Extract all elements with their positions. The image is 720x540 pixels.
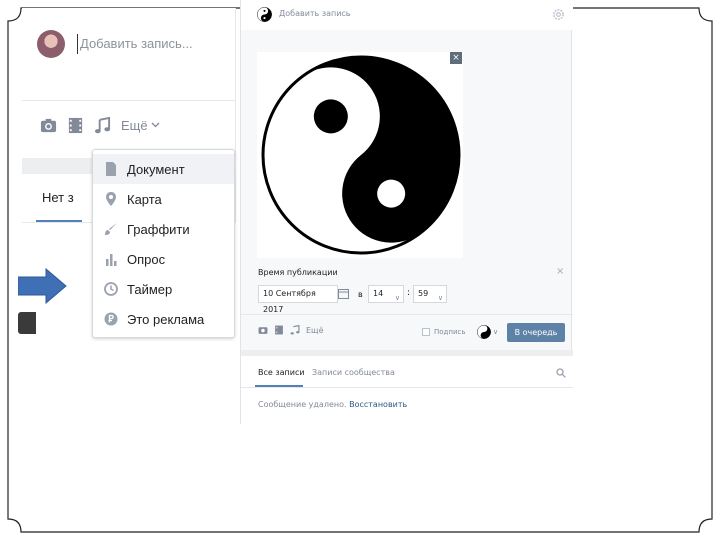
yin-yang-author-icon[interactable]: [477, 325, 491, 339]
add-to-queue-button[interactable]: В очередь: [507, 323, 565, 342]
menu-item-graffiti[interactable]: Граффити: [93, 214, 234, 244]
at-label: в: [358, 290, 363, 299]
date-input[interactable]: 10 Сентября 2017: [258, 285, 338, 314]
signature-checkbox[interactable]: [422, 328, 430, 336]
minute-value: 59: [418, 289, 429, 298]
search-icon[interactable]: [556, 368, 566, 378]
menu-item-label: Опрос: [127, 251, 166, 267]
deleted-text: Сообщение удалено.: [258, 400, 347, 409]
editor-placeholder[interactable]: Добавить запись: [279, 9, 351, 18]
brush-icon: [105, 223, 117, 235]
tab-all-posts[interactable]: Все записи: [258, 368, 305, 377]
deleted-message: Сообщение удалено. Восстановить: [258, 400, 407, 409]
post-editor-panel: Добавить запись × Время публикации × 10 …: [240, 0, 573, 424]
menu-item-label: Это реклама: [127, 311, 205, 327]
video-icon[interactable]: [274, 325, 284, 335]
attachment-dropdown-menu: Документ Карта Граффити Опрос Таймер Это…: [92, 149, 235, 338]
menu-item-document[interactable]: Документ: [93, 154, 234, 184]
poll-icon: [106, 254, 117, 266]
avatar[interactable]: [37, 30, 65, 58]
editor-header: Добавить запись: [241, 0, 573, 30]
divider: [241, 314, 573, 315]
chevron-down-icon: ∨: [394, 294, 400, 302]
menu-item-ad[interactable]: Это реклама: [93, 304, 234, 334]
minute-select[interactable]: 59 ∨: [413, 285, 447, 303]
chevron-down-icon: [151, 122, 160, 128]
chevron-down-icon: ∨: [437, 294, 443, 302]
camera-icon[interactable]: [258, 325, 268, 335]
post-box: Добавить запись... Ещё: [22, 8, 236, 158]
clock-icon: [104, 282, 118, 296]
menu-item-label: Документ: [127, 161, 185, 177]
more-attachments-button[interactable]: Ещё: [306, 326, 324, 335]
calendar-icon[interactable]: [338, 288, 349, 299]
menu-item-map[interactable]: Карта: [93, 184, 234, 214]
publish-time-label: Время публикации: [258, 268, 338, 277]
active-tab-indicator: [255, 385, 303, 387]
close-publish-time-button[interactable]: ×: [556, 266, 564, 277]
menu-item-label: Граффити: [127, 221, 190, 237]
yin-yang-avatar-icon: [257, 7, 272, 22]
chevron-down-icon[interactable]: ∨: [493, 328, 498, 336]
video-icon[interactable]: [67, 117, 84, 134]
divider: [22, 100, 236, 101]
music-icon[interactable]: [94, 116, 111, 134]
remove-image-button[interactable]: ×: [450, 52, 462, 64]
more-attachments-button[interactable]: Ещё: [121, 118, 160, 133]
tab-no-posts[interactable]: Нет з: [42, 190, 74, 205]
wall-tabs: Все записи Записи сообщества: [241, 356, 573, 388]
yin-yang-image: [261, 55, 461, 255]
document-icon: [106, 162, 116, 176]
hour-value: 14: [373, 289, 384, 298]
hour-select[interactable]: 14 ∨: [368, 285, 404, 303]
signature-label: Подпись: [434, 328, 466, 336]
pointer-arrow-icon: [18, 268, 67, 304]
camera-icon[interactable]: [40, 117, 57, 134]
attachment-toolbar: Ещё: [258, 325, 324, 335]
post-input[interactable]: Добавить запись...: [77, 34, 227, 54]
time-separator: :: [407, 288, 411, 298]
ad-icon: [104, 312, 118, 326]
map-pin-icon: [106, 192, 116, 206]
restore-link[interactable]: Восстановить: [349, 400, 407, 409]
menu-item-poll[interactable]: Опрос: [93, 244, 234, 274]
music-icon[interactable]: [290, 325, 300, 335]
attached-image: [257, 52, 463, 258]
menu-item-label: Карта: [127, 191, 162, 207]
menu-item-label: Таймер: [127, 281, 173, 297]
more-label: Ещё: [121, 117, 148, 133]
tab-community-posts[interactable]: Записи сообщества: [312, 368, 395, 377]
menu-item-timer[interactable]: Таймер: [93, 274, 234, 304]
gear-icon[interactable]: [552, 8, 565, 21]
side-tab: [18, 312, 36, 334]
attachment-toolbar: Ещё: [40, 113, 160, 137]
